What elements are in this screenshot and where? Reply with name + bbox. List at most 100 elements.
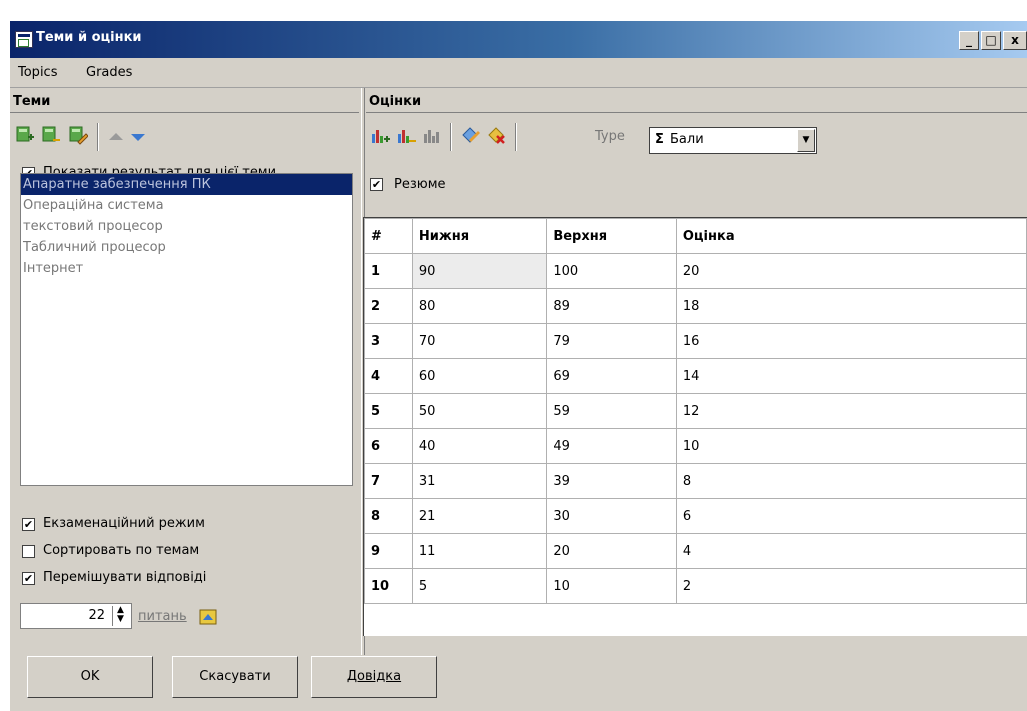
table-cell[interactable]: 14 [675, 358, 1027, 394]
list-item[interactable]: текстовий процесор [21, 216, 352, 237]
table-cell[interactable]: 50 [411, 393, 548, 429]
summary-checkbox[interactable]: ✔ [370, 178, 383, 191]
table-cell[interactable]: 5 [411, 568, 548, 604]
table-row[interactable]: 1 90 100 20 [364, 253, 1027, 289]
table-cell[interactable]: 20 [675, 253, 1027, 289]
close-button[interactable]: x [1003, 31, 1027, 50]
table-cell[interactable]: 10 [675, 428, 1027, 464]
dialog-window: Теми й оцінки _ □ x Topics Grades Теми О… [10, 21, 1027, 711]
table-cell[interactable]: 70 [411, 323, 548, 359]
toolbar-separator [515, 123, 517, 151]
menu-bar: Topics Grades [10, 58, 1027, 88]
list-item[interactable]: Операційна система [21, 195, 352, 216]
table-cell[interactable]: 59 [546, 393, 677, 429]
column-header-grade[interactable]: Оцінка [675, 218, 1027, 254]
sort-by-topics-checkbox[interactable] [22, 545, 35, 558]
row-number-cell[interactable]: 2 [364, 288, 413, 324]
row-number-cell[interactable]: 6 [364, 428, 413, 464]
exam-mode-checkbox[interactable]: ✔ [22, 518, 35, 531]
table-cell[interactable]: 8 [675, 463, 1027, 499]
table-cell[interactable]: 11 [411, 533, 548, 569]
list-item[interactable]: Апаратне забезпечення ПК [21, 174, 352, 195]
row-number-cell[interactable]: 4 [364, 358, 413, 394]
table-cell[interactable]: 6 [675, 498, 1027, 534]
table-cell[interactable]: 18 [675, 288, 1027, 324]
table-row[interactable]: 7 31 39 8 [364, 463, 1027, 499]
table-cell[interactable]: 49 [546, 428, 677, 464]
apply-questions-icon[interactable] [198, 607, 218, 627]
table-row[interactable]: 4 60 69 14 [364, 358, 1027, 394]
topics-header: Теми [10, 91, 359, 113]
toolbar-separator [97, 123, 99, 151]
sigma-icon: Σ [655, 132, 664, 147]
table-cell[interactable]: 100 [546, 253, 677, 289]
shuffle-answers-checkbox[interactable]: ✔ [22, 572, 35, 585]
table-cell[interactable]: 20 [546, 533, 677, 569]
table-cell[interactable]: 16 [675, 323, 1027, 359]
menu-grades[interactable]: Grades [86, 65, 132, 80]
chevron-down-icon[interactable]: ▼ [797, 129, 815, 152]
remove-grade-icon[interactable] [396, 125, 416, 145]
add-grade-icon[interactable] [370, 125, 390, 145]
delete-grades-icon[interactable] [486, 125, 506, 145]
table-cell[interactable]: 79 [546, 323, 677, 359]
minimize-button[interactable]: _ [959, 31, 979, 50]
row-number-cell[interactable]: 1 [364, 253, 413, 289]
clear-grades-icon[interactable] [422, 125, 442, 145]
move-up-icon[interactable] [106, 127, 126, 147]
topics-list[interactable]: Апаратне забезпечення ПК Операційна сист… [20, 173, 353, 486]
table-cell[interactable]: 80 [411, 288, 548, 324]
row-number-cell[interactable]: 8 [364, 498, 413, 534]
ok-button[interactable]: OK [27, 656, 153, 698]
table-cell[interactable]: 39 [546, 463, 677, 499]
menu-topics[interactable]: Topics [18, 65, 57, 80]
summary-label: Резюме [394, 177, 446, 192]
table-row[interactable]: 6 40 49 10 [364, 428, 1027, 464]
cancel-button[interactable]: Скасувати [172, 656, 298, 698]
row-number-cell[interactable]: 3 [364, 323, 413, 359]
column-header-upper[interactable]: Верхня [546, 218, 677, 254]
stepper-arrows-icon[interactable]: ▲ ▼ [112, 606, 128, 626]
table-row[interactable]: 3 70 79 16 [364, 323, 1027, 359]
table-row[interactable]: 9 11 20 4 [364, 533, 1027, 569]
help-button-label: Довідка [346, 669, 402, 684]
table-cell[interactable]: 40 [411, 428, 548, 464]
row-number-cell[interactable]: 9 [364, 533, 413, 569]
move-down-icon[interactable] [128, 127, 148, 147]
type-label: Type [595, 129, 625, 144]
table-cell[interactable]: 69 [546, 358, 677, 394]
table-cell[interactable]: 31 [411, 463, 548, 499]
table-row[interactable]: 2 80 89 18 [364, 288, 1027, 324]
edit-topic-icon[interactable] [68, 125, 88, 145]
table-cell[interactable]: 60 [411, 358, 548, 394]
questions-label: питань [138, 609, 187, 624]
grades-table: # Нижня Верхня Оцінка 1 90 100 20 2 80 89 18 3 70… [364, 218, 1027, 604]
add-topic-icon[interactable] [15, 125, 35, 145]
table-cell[interactable]: 21 [411, 498, 548, 534]
maximize-button[interactable]: □ [981, 31, 1001, 50]
row-number-cell[interactable]: 5 [364, 393, 413, 429]
app-icon [15, 31, 33, 48]
list-item[interactable]: Табличний процесор [21, 237, 352, 258]
row-number-cell[interactable]: 7 [364, 463, 413, 499]
table-row[interactable]: 10 5 10 2 [364, 568, 1027, 604]
grades-grid[interactable]: # Нижня Верхня Оцінка 1 90 100 20 2 80 89 18 3 70… [363, 217, 1027, 636]
table-cell[interactable]: 89 [546, 288, 677, 324]
table-row[interactable]: 8 21 30 6 [364, 498, 1027, 534]
table-cell[interactable]: 12 [675, 393, 1027, 429]
column-header-number[interactable]: # [364, 218, 413, 254]
edit-grades-icon[interactable] [460, 125, 480, 145]
type-select[interactable]: Σ Бали ▼ [649, 127, 817, 154]
row-number-cell[interactable]: 10 [364, 568, 413, 604]
table-cell[interactable]: 90 [411, 253, 548, 289]
questions-count-stepper[interactable]: 22 ▲ ▼ [20, 603, 132, 629]
list-item[interactable]: Інтернет [21, 258, 352, 279]
table-cell[interactable]: 4 [675, 533, 1027, 569]
remove-topic-icon[interactable] [41, 125, 61, 145]
table-cell[interactable]: 30 [546, 498, 677, 534]
help-button[interactable]: Довідка [311, 656, 437, 698]
column-header-lower[interactable]: Нижня [411, 218, 548, 254]
table-cell[interactable]: 10 [546, 568, 677, 604]
table-cell[interactable]: 2 [675, 568, 1027, 604]
table-row[interactable]: 5 50 59 12 [364, 393, 1027, 429]
